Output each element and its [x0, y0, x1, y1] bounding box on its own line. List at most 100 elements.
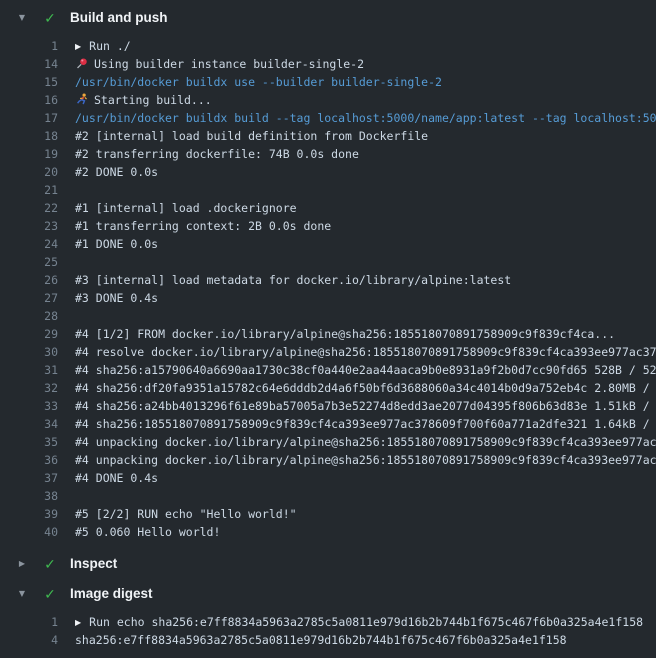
line-number[interactable]: 37: [0, 469, 58, 487]
log-line: 4 sha256:e7ff8834a5963a2785c5a0811e979d16…: [0, 631, 656, 649]
command-text: /usr/bin/docker buildx build --tag local…: [58, 109, 656, 127]
log-text-value: /usr/bin/docker buildx use --builder bui…: [75, 75, 442, 89]
line-number[interactable]: 28: [0, 307, 58, 325]
log-text: #3 DONE 0.4s: [58, 289, 656, 307]
line-number[interactable]: 19: [0, 145, 58, 163]
log-line: 25: [0, 253, 656, 271]
line-number[interactable]: 18: [0, 127, 58, 145]
log-text-value: #1 transferring context: 2B 0.0s done: [75, 219, 331, 233]
line-number[interactable]: 20: [0, 163, 58, 181]
log-line: 16 Starting build...: [0, 91, 656, 109]
log-text-value: Run echo sha256:e7ff8834a5963a2785c5a081…: [89, 615, 643, 629]
log-section-inspect: ▶ ✓ Inspect: [0, 549, 656, 579]
line-number[interactable]: 27: [0, 289, 58, 307]
line-number[interactable]: 17: [0, 109, 58, 127]
line-number[interactable]: 33: [0, 397, 58, 415]
log-text-value: #4 unpacking docker.io/library/alpine@sh…: [75, 453, 656, 467]
command-text: /usr/bin/docker buildx use --builder bui…: [58, 73, 656, 91]
log-text: #1 transferring context: 2B 0.0s done: [58, 217, 656, 235]
log-text-value: #4 sha256:a15790640a6690aa1730c38cf0a440…: [75, 363, 656, 377]
log-line: 21: [0, 181, 656, 199]
line-number[interactable]: 25: [0, 253, 58, 271]
play-triangle-icon[interactable]: ▶: [75, 614, 81, 631]
log-line: 24 #1 DONE 0.0s: [0, 235, 656, 253]
line-number[interactable]: 22: [0, 199, 58, 217]
log-text-value: #4 sha256:df20fa9351a15782c64e6dddb2d4a6…: [75, 381, 656, 395]
log-text: ▶ Run ./: [58, 37, 656, 55]
line-number[interactable]: 26: [0, 271, 58, 289]
line-number[interactable]: 24: [0, 235, 58, 253]
chevron-down-icon[interactable]: ▼: [17, 9, 27, 27]
line-number[interactable]: 14: [0, 55, 58, 73]
log-text: #2 transferring dockerfile: 74B 0.0s don…: [58, 145, 656, 163]
chevron-down-icon[interactable]: ▼: [17, 585, 27, 603]
line-number[interactable]: 36: [0, 451, 58, 469]
section-title: Inspect: [70, 555, 117, 573]
check-icon: ✓: [43, 9, 57, 27]
line-number[interactable]: 32: [0, 379, 58, 397]
line-number[interactable]: 1: [0, 37, 58, 55]
section-header-image-digest[interactable]: ▼✓Image digest: [0, 579, 656, 609]
log-line: 39 #5 [2/2] RUN echo "Hello world!": [0, 505, 656, 523]
section-header-build-and-push[interactable]: ▼✓Build and push: [0, 3, 656, 33]
log-text: #4 DONE 0.4s: [58, 469, 656, 487]
section-header-inspect[interactable]: ▶ ✓ Inspect: [0, 549, 656, 579]
log-line: 23 #1 transferring context: 2B 0.0s done: [0, 217, 656, 235]
log-line: 15/usr/bin/docker buildx use --builder b…: [0, 73, 656, 91]
line-number[interactable]: 21: [0, 181, 58, 199]
line-number[interactable]: 31: [0, 361, 58, 379]
log-section-image-digest: ▼✓Image digest 1 ▶ Run echo sha256:e7ff8834…: [0, 579, 656, 649]
line-number[interactable]: 29: [0, 325, 58, 343]
log-text: #5 0.060 Hello world!: [58, 523, 656, 541]
log-text-value: #1 DONE 0.0s: [75, 237, 158, 251]
line-number[interactable]: 30: [0, 343, 58, 361]
log-line: 1 ▶ Run ./: [0, 37, 656, 55]
line-number[interactable]: 39: [0, 505, 58, 523]
log-text: #4 [1/2] FROM docker.io/library/alpine@s…: [58, 325, 656, 343]
section-title: Image digest: [70, 585, 153, 603]
line-number[interactable]: 16: [0, 91, 58, 109]
log-text: #1 DONE 0.0s: [58, 235, 656, 253]
line-number[interactable]: 38: [0, 487, 58, 505]
log-text-value: #2 DONE 0.0s: [75, 165, 158, 179]
log-text-value: #4 DONE 0.4s: [75, 471, 158, 485]
play-triangle-icon[interactable]: ▶: [75, 38, 81, 55]
log-text-value: #4 sha256:185518070891758909c9f839cf4ca3…: [75, 417, 656, 431]
log-text: #4 resolve docker.io/library/alpine@sha2…: [58, 343, 656, 361]
log-text: #4 sha256:a15790640a6690aa1730c38cf0a440…: [58, 361, 656, 379]
log-line: 37 #4 DONE 0.4s: [0, 469, 656, 487]
log-text: sha256:e7ff8834a5963a2785c5a0811e979d16b…: [58, 631, 656, 649]
log-line: 20 #2 DONE 0.0s: [0, 163, 656, 181]
log-line: 26#3 [internal] load metadata for docker…: [0, 271, 656, 289]
line-number[interactable]: 40: [0, 523, 58, 541]
log-lines: 1 ▶ Run echo sha256:e7ff8834a5963a2785c5a0…: [0, 613, 656, 649]
log-text-value: #4 [1/2] FROM docker.io/library/alpine@s…: [75, 327, 615, 341]
line-number[interactable]: 34: [0, 415, 58, 433]
chevron-right-icon[interactable]: ▶: [17, 555, 27, 573]
log-text-value: #4 resolve docker.io/library/alpine@sha2…: [75, 345, 656, 359]
log-text-value: Starting build...: [94, 93, 212, 107]
log-text-value: #1 [internal] load .dockerignore: [75, 201, 297, 215]
line-number[interactable]: 1: [0, 613, 58, 631]
log-text: [58, 253, 656, 271]
log-line: 18#2 [internal] load build definition fr…: [0, 127, 656, 145]
line-number[interactable]: 23: [0, 217, 58, 235]
log-line: 38: [0, 487, 656, 505]
log-line: 19#2 transferring dockerfile: 74B 0.0s d…: [0, 145, 656, 163]
log-line: 35#4 unpacking docker.io/library/alpine@…: [0, 433, 656, 451]
log-text-value: #3 DONE 0.4s: [75, 291, 158, 305]
log-text: Starting build...: [58, 91, 656, 109]
check-icon: ✓: [43, 555, 57, 573]
log-text: #4 sha256:a24bb4013296f61e89ba57005a7b3e…: [58, 397, 656, 415]
log-line: 36 #4 unpacking docker.io/library/alpine@…: [0, 451, 656, 469]
pushpin-icon: [75, 57, 89, 70]
line-number[interactable]: 15: [0, 73, 58, 91]
line-number[interactable]: 35: [0, 433, 58, 451]
log-text-value: sha256:e7ff8834a5963a2785c5a0811e979d16b…: [75, 633, 567, 647]
log-text-value: Run ./: [89, 39, 131, 53]
line-number[interactable]: 4: [0, 631, 58, 649]
log-line: 32 #4 sha256:df20fa9351a15782c64e6dddb2d4…: [0, 379, 656, 397]
log-section-build-and-push: ▼✓Build and push1▶Run ./14Using builder …: [0, 3, 656, 541]
log-text-value: #5 [2/2] RUN echo "Hello world!": [75, 507, 297, 521]
log-text: #2 [internal] load build definition from…: [58, 127, 656, 145]
